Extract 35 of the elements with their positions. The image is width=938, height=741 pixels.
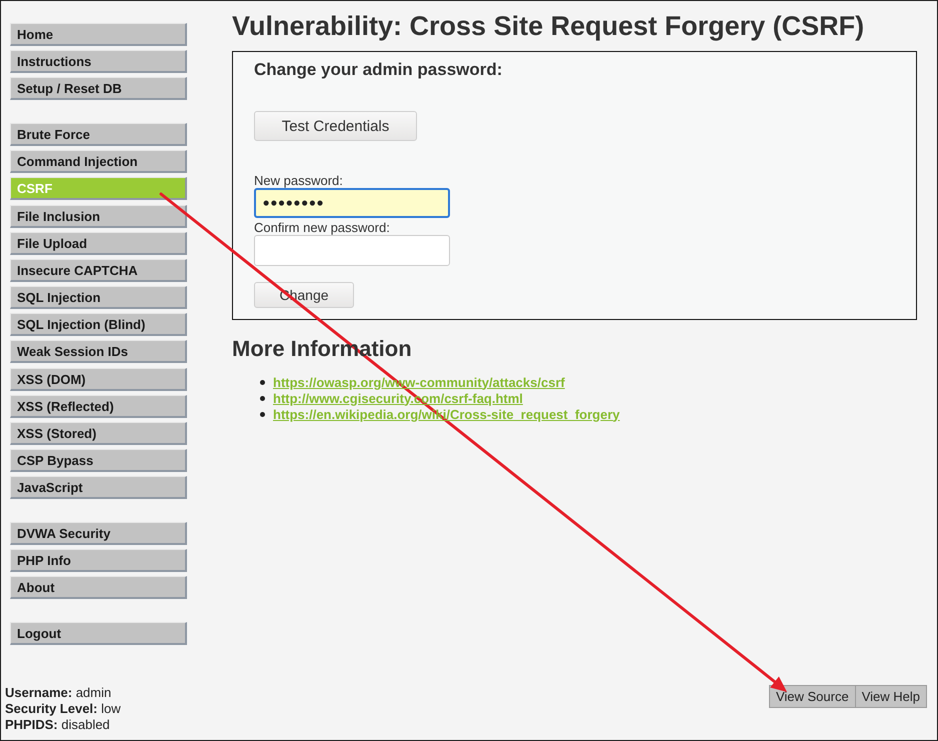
- view-source-button[interactable]: View Source: [768, 685, 856, 708]
- menu-item[interactable]: Logout: [10, 622, 187, 645]
- menu-item[interactable]: Weak Session IDs: [10, 340, 187, 364]
- session-info-line: Username: admin: [5, 685, 112, 701]
- form-heading: Change your admin password:: [254, 60, 502, 80]
- menu-item[interactable]: XSS (Stored): [10, 422, 187, 446]
- menu-item[interactable]: SQL Injection (Blind): [10, 313, 187, 336]
- menu-item[interactable]: CSP Bypass: [10, 449, 187, 472]
- menu-item[interactable]: File Upload: [10, 232, 187, 255]
- menu-item[interactable]: XSS (Reflected): [10, 394, 187, 418]
- menu-item[interactable]: JavaScript: [10, 476, 187, 500]
- page-title: Vulnerability: Cross Site Request Forgery (CSRF): [232, 11, 866, 42]
- menu-item[interactable]: About: [10, 576, 187, 600]
- menu-item[interactable]: XSS (DOM): [10, 368, 187, 391]
- password-field[interactable]: ••••••••: [254, 188, 450, 218]
- menu-item[interactable]: Insecure CAPTCHA: [10, 258, 187, 282]
- menu-item[interactable]: DVWA Security: [10, 522, 187, 545]
- session-info-line: Security Level: low: [5, 701, 121, 717]
- confirm-password-field[interactable]: [254, 234, 450, 266]
- menu-item[interactable]: Command Injection: [10, 150, 187, 174]
- menu-item[interactable]: Home: [10, 23, 187, 46]
- bullet-icon: [260, 380, 265, 385]
- session-info-line: PHPIDS: disabled: [5, 717, 111, 733]
- menu-item[interactable]: PHP Info: [10, 549, 187, 572]
- menu-item[interactable]: Brute Force: [10, 122, 187, 146]
- menu-item[interactable]: File Inclusion: [10, 204, 187, 228]
- test-credentials-button[interactable]: Test Credentials: [254, 111, 417, 141]
- menu-item[interactable]: SQL Injection: [10, 286, 187, 310]
- field-label: New password:: [254, 173, 343, 188]
- field-label: Confirm new password:: [254, 220, 390, 234]
- menu-item[interactable]: Instructions: [10, 50, 187, 74]
- bullet-icon: [260, 412, 265, 417]
- view-help-button[interactable]: View Help: [856, 685, 927, 708]
- menu-item[interactable]: Setup / Reset DB: [10, 77, 187, 100]
- bullet-icon: [260, 396, 265, 401]
